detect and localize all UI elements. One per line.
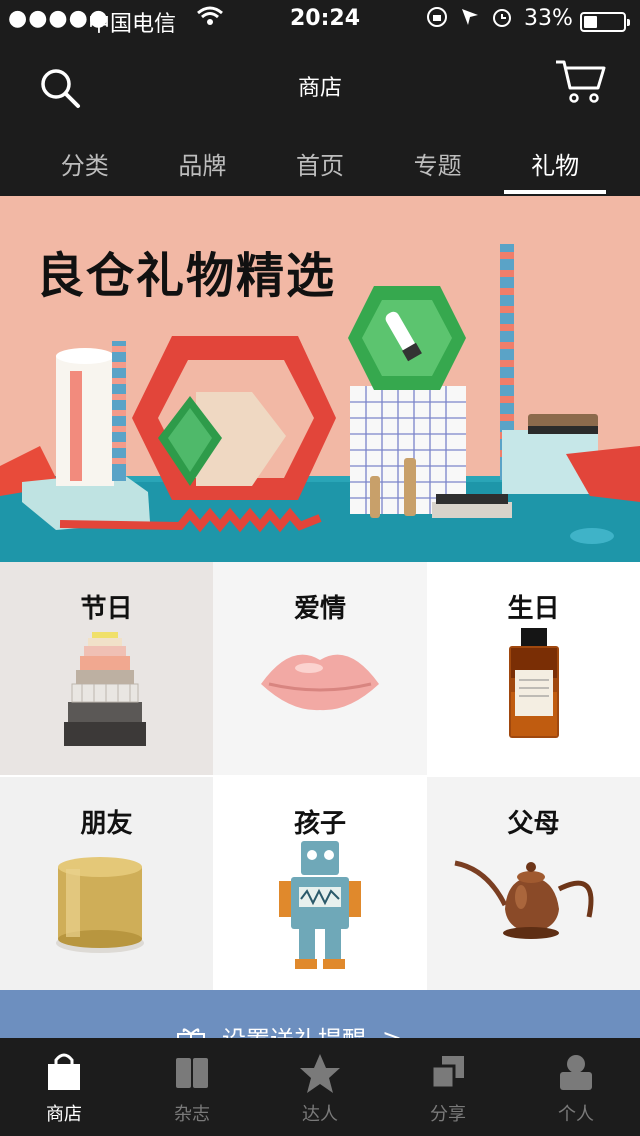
gift-banner[interactable]: 良仓礼物精选 [0, 196, 640, 562]
gift-reminder-button[interactable]: 设置送礼提醒 > [0, 990, 640, 1038]
share-icon [430, 1056, 464, 1090]
banner-title: 良仓礼物精选 [36, 248, 337, 304]
gift-icon [177, 1027, 205, 1038]
category-friends[interactable]: 朋友 [0, 777, 213, 992]
tabbar-magazine[interactable]: 杂志 [128, 1038, 256, 1136]
tab-brands[interactable]: 品牌 [144, 128, 262, 196]
tabbar-profile[interactable]: 个人 [512, 1038, 640, 1136]
category-kids[interactable]: 孩子 [213, 777, 427, 992]
clock: 20:24 [290, 6, 361, 31]
location-icon [462, 9, 478, 25]
tab-gifts[interactable]: 礼物 [496, 128, 614, 196]
category-label: 朋友 [80, 809, 133, 839]
cart-icon [556, 60, 606, 103]
tabbar-store[interactable]: 商店 [0, 1038, 128, 1136]
tabbar-label: 杂志 [174, 1104, 210, 1125]
category-holiday[interactable]: 节日 [0, 562, 213, 775]
gift-category-grid: 节日 爱情 生日 朋友 孩子 父母 [0, 562, 640, 992]
carrier-name: 中国电信 [88, 12, 177, 37]
chevron-right-icon: > [382, 1023, 403, 1039]
bottom-tab-bar: 商店 杂志 达人 分享 个人 [0, 1038, 640, 1136]
tabbar-share[interactable]: 分享 [384, 1038, 512, 1136]
category-birthday[interactable]: 生日 [427, 562, 640, 775]
tabbar-label: 个人 [558, 1104, 594, 1125]
nav-bar: 商店 [0, 40, 640, 128]
tab-home[interactable]: 首页 [261, 128, 379, 196]
bag-icon [48, 1053, 80, 1090]
status-bar: ●●●●● 中国电信 20:24 33% [0, 0, 640, 40]
book-icon [176, 1058, 208, 1088]
star-icon [300, 1054, 340, 1093]
category-love[interactable]: 爱情 [213, 562, 427, 775]
alarm-icon [493, 9, 511, 27]
battery-icon [580, 12, 630, 32]
tab-topics[interactable]: 专题 [379, 128, 497, 196]
category-label: 爱情 [293, 594, 346, 624]
status-icons [426, 6, 518, 34]
tabbar-label: 商店 [46, 1104, 82, 1125]
category-label: 父母 [507, 809, 560, 839]
wifi-icon [196, 6, 224, 32]
person-icon [560, 1055, 592, 1090]
category-label: 节日 [80, 594, 133, 624]
tab-categories[interactable]: 分类 [26, 128, 144, 196]
category-parents[interactable]: 父母 [427, 777, 640, 992]
category-label: 生日 [507, 594, 560, 624]
category-label: 孩子 [293, 809, 346, 839]
cart-button[interactable] [552, 58, 608, 106]
page-title: 商店 [297, 76, 342, 101]
battery-fill [584, 16, 597, 28]
rotation-lock-icon [427, 7, 447, 27]
battery-percent: 33% [524, 6, 573, 31]
tabbar-label: 分享 [430, 1104, 466, 1125]
category-tabs: 分类 品牌 首页 专题 礼物 [0, 128, 640, 196]
tabbar-label: 达人 [302, 1104, 338, 1125]
tabbar-experts[interactable]: 达人 [256, 1038, 384, 1136]
reminder-label: 设置送礼提醒 [222, 1020, 366, 1038]
